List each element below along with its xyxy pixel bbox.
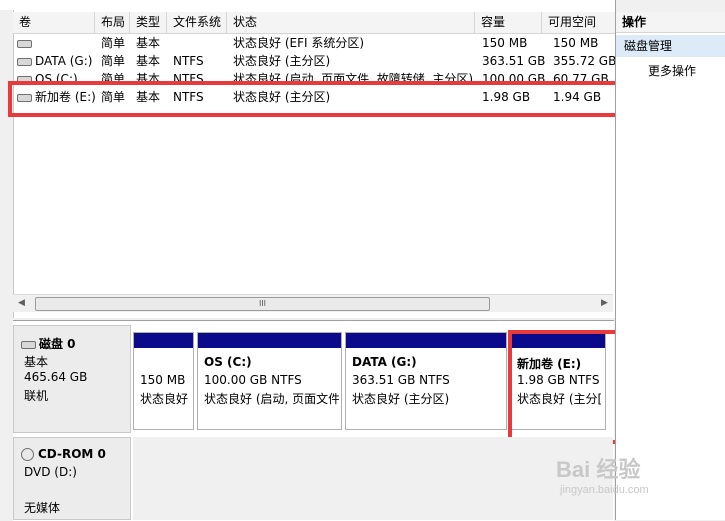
volume-row[interactable]: 简单 基本 状态良好 (EFI 系统分区) 150 MB 150 MB [13,34,613,52]
free-space-cell: 150 MB [553,36,599,50]
action-disk-management[interactable]: 磁盘管理 [616,35,725,57]
baidu-watermark: Bai 经验 [556,457,641,482]
volume-icon [17,57,32,66]
column-header-free-space[interactable]: 可用空间 [542,12,615,33]
partition-status: 状态良好 (启动, 页面文件 [204,392,339,406]
partition-size: 100.00 GB NTFS [204,373,302,387]
partition-title: DATA (G:) [352,355,417,369]
partition-bar [198,333,341,348]
column-header-filesystem[interactable]: 文件系统 [167,12,227,33]
disk-type: 基本 [24,355,49,369]
disk-icon [21,340,36,349]
volume-list-header: 卷 布局 类型 文件系统 状态 容量 可用空间 [13,12,615,34]
type-cell: 基本 [136,36,161,50]
actions-pane: 操作 磁盘管理 更多操作 [615,12,725,520]
partition-os-c[interactable]: OS (C:) 100.00 GB NTFS 状态良好 (启动, 页面文件 [197,332,342,430]
layout-cell: 简单 [101,36,126,50]
column-header-status[interactable]: 状态 [227,12,475,33]
disk-size: 465.64 GB [24,370,88,384]
volume-icon [17,39,32,48]
partition-status: 状态良好 (主分区) [352,392,450,406]
partition-size: 363.51 GB NTFS [352,373,450,387]
column-header-layout[interactable]: 布局 [95,12,130,33]
capacity-cell: 150 MB [482,36,528,50]
disk-name: 磁盘 0 [21,335,76,352]
cdrom-0-label[interactable]: CD-ROM 0 DVD (D:) 无媒体 [13,437,131,520]
scroll-right-icon[interactable]: ▶ [596,295,613,312]
status-cell: 状态良好 (主分区) [233,54,331,68]
column-header-volume[interactable]: 卷 [13,12,95,33]
free-space-cell: 355.72 GB [553,54,615,68]
capacity-cell: 363.51 GB [482,54,546,68]
partition-data-g[interactable]: DATA (G:) 363.51 GB NTFS 状态良好 (主分区) [345,332,507,430]
actions-header: 操作 [616,12,725,33]
column-header-type[interactable]: 类型 [130,12,167,33]
baidu-watermark-url: jingyan.baidu.com [560,484,649,496]
cdrom-name: CD-ROM 0 [21,447,106,461]
partition-title: OS (C:) [204,355,252,369]
partition-status: 状态良好 [140,392,189,406]
volume-row[interactable]: DATA (G:) 简单 基本 NTFS 状态良好 (主分区) 363.51 G… [13,52,615,70]
highlight-box [8,81,626,117]
partition-bar [346,333,506,348]
cdrom-state: 无媒体 [24,501,61,515]
horizontal-scrollbar[interactable]: ◀ III ▶ [13,294,613,312]
scroll-left-icon[interactable]: ◀ [13,295,30,312]
partition-bar [134,333,193,348]
partition-efi[interactable]: 150 MB 状态良好 [133,332,194,430]
cdrom-drive: DVD (D:) [24,465,77,479]
filesystem-cell [173,34,229,52]
scroll-thumb[interactable]: III [35,297,490,311]
cdrom-empty-area [133,437,613,520]
volume-name-cell [17,34,97,52]
cd-icon [21,448,34,461]
volume-name-cell: DATA (G:) [17,52,97,70]
disk-state: 联机 [24,389,49,403]
action-more-actions[interactable]: 更多操作 [648,62,696,80]
column-header-capacity[interactable]: 容量 [475,12,542,33]
layout-cell: 简单 [101,54,126,68]
disk-0-label[interactable]: 磁盘 0 基本 465.64 GB 联机 [13,325,131,433]
left-tree-strip [0,10,14,318]
partition-size: 150 MB [140,373,186,387]
type-cell: 基本 [136,54,161,68]
status-cell: 状态良好 (EFI 系统分区) [233,36,365,50]
filesystem-cell: NTFS [173,54,204,68]
